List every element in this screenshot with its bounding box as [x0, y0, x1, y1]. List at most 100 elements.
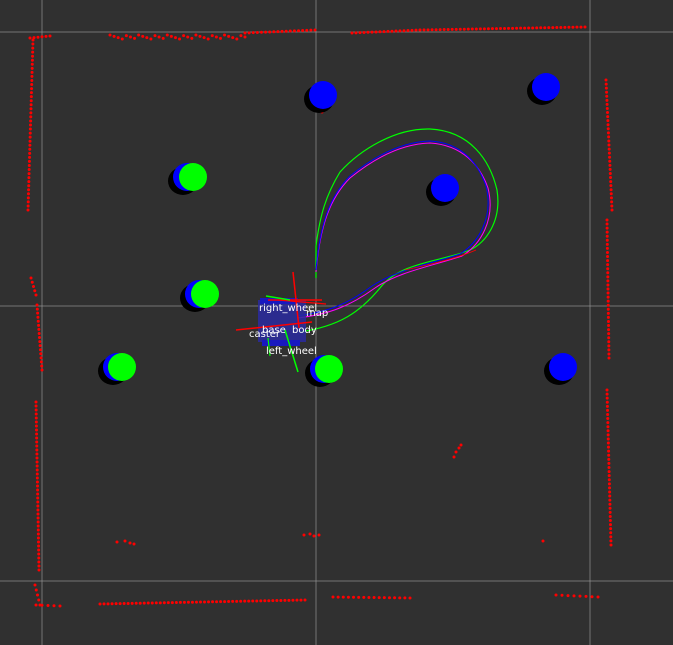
robot-model[interactable]: right_wheel map caster base body left_wh… — [235, 271, 328, 373]
laser-point — [52, 604, 56, 608]
laser-point — [486, 27, 490, 31]
laser-point — [158, 601, 162, 605]
laser-point — [606, 115, 610, 119]
laser-point — [608, 171, 612, 175]
laser-point — [607, 466, 611, 469]
laser-point — [34, 400, 38, 404]
laser-point — [606, 433, 610, 437]
laser-point — [198, 34, 202, 38]
laser-point — [474, 27, 478, 31]
laser-point — [606, 408, 610, 412]
laser-point — [606, 303, 610, 307]
laser-point — [30, 83, 34, 87]
laser-point — [605, 400, 609, 404]
laser-point — [30, 74, 34, 78]
goal-marker — [179, 163, 207, 191]
laser-point — [38, 348, 42, 352]
laser-point — [606, 299, 610, 303]
laser-point — [609, 535, 613, 539]
laser-point — [606, 123, 610, 127]
laser-point — [583, 25, 587, 29]
laser-point — [29, 115, 33, 119]
laser-point — [31, 42, 35, 46]
laser-point — [503, 26, 507, 30]
laser-point — [606, 295, 610, 299]
laser-point — [309, 28, 313, 32]
laser-point — [606, 315, 610, 319]
laser-point — [605, 238, 609, 242]
laser-point — [239, 599, 243, 603]
laser-point — [374, 30, 378, 34]
laser-point — [596, 595, 600, 599]
laser-point — [312, 534, 316, 538]
laser-point — [166, 601, 170, 605]
laser-point — [422, 28, 426, 32]
laser-point — [454, 450, 458, 454]
laser-point — [34, 412, 38, 416]
laser-point — [122, 602, 126, 606]
laser-point — [527, 26, 531, 30]
laser-point — [35, 307, 39, 311]
laser-point — [36, 532, 40, 536]
laser-point — [157, 35, 161, 39]
frame-label-body: body — [292, 325, 317, 336]
laser-point — [227, 599, 231, 603]
laser-point — [607, 344, 611, 348]
laser-point — [34, 424, 38, 428]
laser-point — [606, 307, 610, 311]
laser-point — [276, 30, 280, 34]
laser-point — [572, 594, 576, 598]
laser-point — [146, 601, 150, 605]
laser-point — [37, 568, 41, 572]
laser-point — [27, 188, 31, 192]
laser-point — [32, 285, 35, 288]
planned-path — [299, 128, 499, 333]
laser-point — [36, 311, 40, 315]
scene-canvas[interactable]: right_wheel map caster base body left_wh… — [0, 0, 673, 645]
laser-point — [218, 36, 222, 40]
laser-point — [362, 595, 366, 599]
laser-point — [313, 28, 317, 32]
laser-point — [350, 31, 354, 35]
laser-point — [27, 159, 31, 163]
laser-point — [607, 151, 611, 155]
laser-point — [116, 36, 120, 40]
laser-point — [118, 602, 122, 606]
laser-point — [264, 30, 268, 34]
laser-point — [36, 504, 40, 508]
laser-point — [457, 446, 461, 450]
laser-point — [28, 131, 32, 135]
laser-point — [190, 600, 194, 604]
laser-point — [607, 324, 611, 328]
laser-point — [426, 28, 430, 32]
laser-point — [398, 29, 402, 33]
frame-label-base: base — [262, 325, 286, 336]
laser-point — [182, 600, 186, 604]
laser-point — [35, 464, 39, 468]
laser-point — [372, 596, 376, 600]
laser-point — [36, 488, 40, 492]
laser-point — [34, 588, 38, 592]
laser-point — [308, 532, 312, 536]
laser-point — [559, 25, 563, 29]
laser-point — [35, 472, 39, 476]
laser-point — [382, 596, 386, 600]
laser-point — [604, 82, 608, 86]
laser-point — [247, 31, 251, 35]
laser-point — [202, 36, 206, 40]
laser-point — [563, 25, 567, 29]
laser-point — [498, 27, 502, 31]
laser-point — [605, 234, 609, 238]
laser-point — [605, 222, 609, 226]
laser-point — [336, 595, 340, 599]
laser-point — [40, 364, 44, 368]
laser-point — [554, 593, 558, 597]
laser-point — [607, 470, 611, 474]
laser-point — [302, 533, 306, 537]
rviz-3d-viewport[interactable]: right_wheel map caster base body left_wh… — [0, 0, 673, 645]
laser-point — [36, 496, 40, 500]
laser-point — [235, 599, 239, 603]
laser-point — [398, 596, 402, 600]
laser-point — [406, 29, 410, 33]
laser-point — [608, 486, 612, 490]
